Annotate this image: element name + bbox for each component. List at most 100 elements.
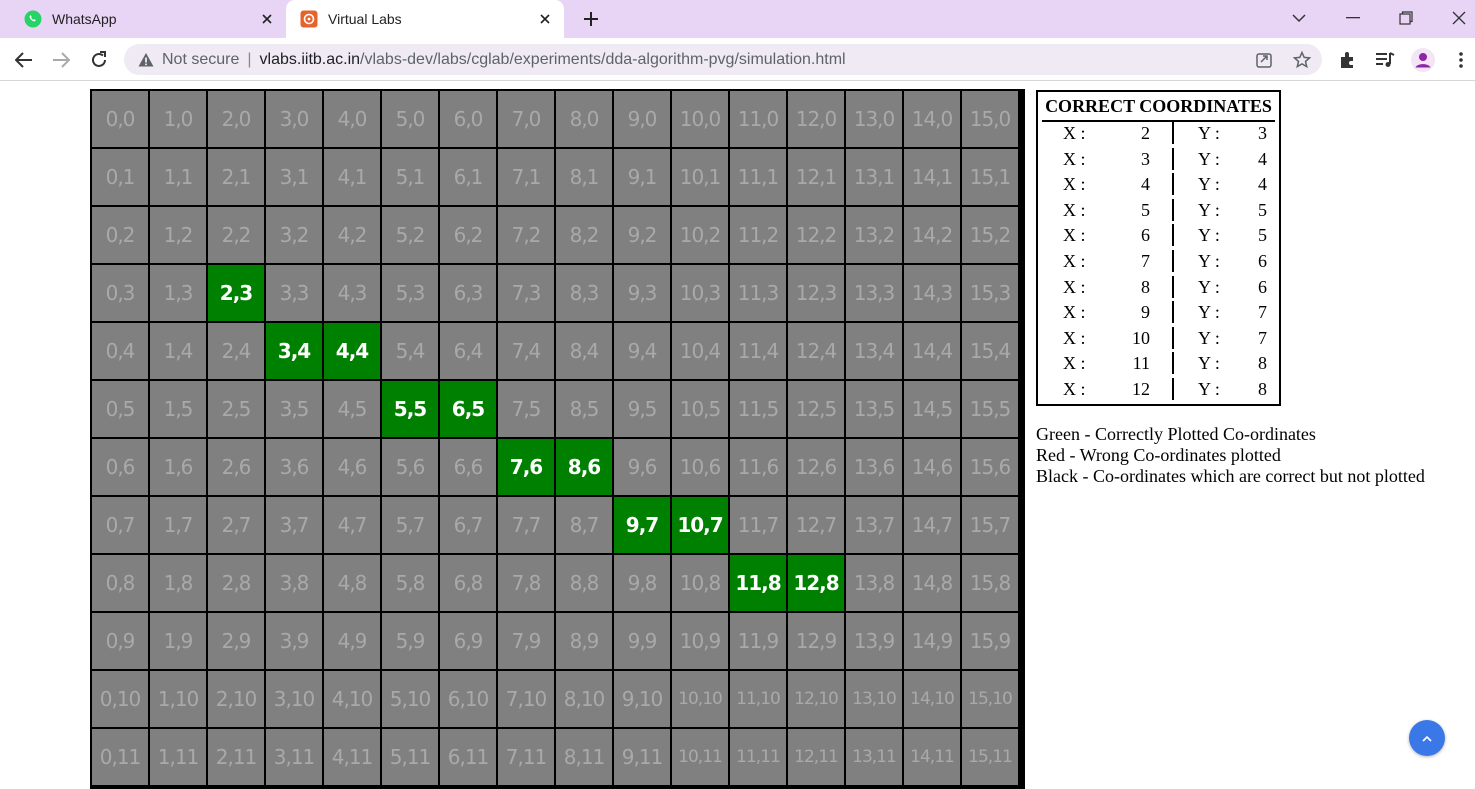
grid-cell[interactable]: 6,6 [440,439,496,495]
grid-cell[interactable]: 2,7 [208,497,264,553]
grid-cell[interactable]: 11,11 [730,729,786,785]
grid-cell[interactable]: 10,0 [672,91,728,147]
grid-cell-plotted[interactable]: 5,5 [382,381,438,437]
close-window-button[interactable] [1444,4,1474,32]
grid-cell[interactable]: 15,1 [962,149,1018,205]
grid-cell[interactable]: 2,10 [208,671,264,727]
grid-cell[interactable]: 8,8 [556,555,612,611]
grid-cell[interactable]: 0,4 [92,323,148,379]
reload-button[interactable] [85,46,113,74]
grid-cell[interactable]: 13,7 [846,497,902,553]
menu-kebab-icon[interactable] [1448,47,1474,73]
grid-cell[interactable]: 7,1 [498,149,554,205]
grid-cell[interactable]: 3,8 [266,555,322,611]
security-label[interactable]: Not secure [162,51,239,69]
grid-cell[interactable]: 10,11 [672,729,728,785]
grid-cell[interactable]: 7,5 [498,381,554,437]
grid-cell[interactable]: 5,2 [382,207,438,263]
new-tab-button[interactable] [578,6,604,32]
grid-cell-plotted[interactable]: 12,8 [788,555,844,611]
grid-cell[interactable]: 6,3 [440,265,496,321]
grid-cell-plotted[interactable]: 7,6 [498,439,554,495]
grid-cell[interactable]: 13,10 [846,671,902,727]
grid-cell[interactable]: 0,9 [92,613,148,669]
grid-cell[interactable]: 1,2 [150,207,206,263]
grid-cell[interactable]: 4,1 [324,149,380,205]
grid-cell[interactable]: 6,2 [440,207,496,263]
grid-cell-plotted[interactable]: 6,5 [440,381,496,437]
grid-cell[interactable]: 10,8 [672,555,728,611]
grid-cell[interactable]: 12,9 [788,613,844,669]
grid-cell[interactable]: 11,2 [730,207,786,263]
grid-cell[interactable]: 1,0 [150,91,206,147]
grid-cell[interactable]: 0,6 [92,439,148,495]
close-tab-icon[interactable] [534,8,556,30]
grid-cell[interactable]: 3,9 [266,613,322,669]
grid-cell[interactable]: 5,4 [382,323,438,379]
grid-cell[interactable]: 13,5 [846,381,902,437]
grid-cell[interactable]: 0,7 [92,497,148,553]
grid-cell[interactable]: 2,2 [208,207,264,263]
grid-cell[interactable]: 11,6 [730,439,786,495]
grid-cell[interactable]: 2,1 [208,149,264,205]
grid-cell[interactable]: 12,11 [788,729,844,785]
grid-cell[interactable]: 14,8 [904,555,960,611]
grid-cell[interactable]: 15,9 [962,613,1018,669]
grid-cell[interactable]: 1,10 [150,671,206,727]
tab-whatsapp[interactable]: WhatsApp [8,0,286,38]
grid-cell[interactable]: 0,2 [92,207,148,263]
tab-virtual-labs[interactable]: Virtual Labs [286,0,564,38]
grid-cell-plotted[interactable]: 4,4 [324,323,380,379]
grid-cell[interactable]: 4,0 [324,91,380,147]
grid-cell[interactable]: 12,4 [788,323,844,379]
grid-cell[interactable]: 5,3 [382,265,438,321]
grid-cell[interactable]: 12,6 [788,439,844,495]
grid-cell[interactable]: 15,11 [962,729,1018,785]
grid-cell[interactable]: 10,4 [672,323,728,379]
grid-cell[interactable]: 0,8 [92,555,148,611]
grid-cell[interactable]: 3,11 [266,729,322,785]
forward-button[interactable] [47,46,75,74]
grid-cell[interactable]: 2,9 [208,613,264,669]
grid-cell[interactable]: 13,6 [846,439,902,495]
grid-cell[interactable]: 1,1 [150,149,206,205]
grid-cell[interactable]: 8,7 [556,497,612,553]
url-path[interactable]: /vlabs-dev/labs/cglab/experiments/dda-al… [360,51,846,69]
grid-cell[interactable]: 3,0 [266,91,322,147]
grid-cell[interactable]: 1,9 [150,613,206,669]
grid-cell[interactable]: 6,9 [440,613,496,669]
grid-cell[interactable]: 13,2 [846,207,902,263]
grid-cell[interactable]: 0,5 [92,381,148,437]
grid-cell[interactable]: 7,11 [498,729,554,785]
grid-cell[interactable]: 8,10 [556,671,612,727]
grid-cell[interactable]: 2,4 [208,323,264,379]
grid-cell[interactable]: 11,9 [730,613,786,669]
grid-cell[interactable]: 2,6 [208,439,264,495]
grid-cell[interactable]: 7,8 [498,555,554,611]
grid-cell[interactable]: 7,9 [498,613,554,669]
tab-search-chevron-icon[interactable] [1284,4,1314,32]
grid-cell[interactable]: 1,6 [150,439,206,495]
grid-cell[interactable]: 10,2 [672,207,728,263]
grid-cell[interactable]: 15,10 [962,671,1018,727]
reading-list-icon[interactable] [1372,47,1398,73]
grid-cell[interactable]: 12,3 [788,265,844,321]
back-button[interactable] [10,46,38,74]
grid-cell[interactable]: 9,5 [614,381,670,437]
grid-cell[interactable]: 8,9 [556,613,612,669]
grid-cell[interactable]: 0,10 [92,671,148,727]
grid-cell[interactable]: 5,9 [382,613,438,669]
url-host[interactable]: vlabs.iitb.ac.in [260,51,361,69]
grid-cell-plotted[interactable]: 2,3 [208,265,264,321]
grid-cell[interactable]: 6,4 [440,323,496,379]
grid-cell[interactable]: 11,0 [730,91,786,147]
grid-cell[interactable]: 13,3 [846,265,902,321]
grid-cell[interactable]: 10,5 [672,381,728,437]
grid-cell[interactable]: 6,1 [440,149,496,205]
grid-cell[interactable]: 0,0 [92,91,148,147]
extensions-icon[interactable] [1335,47,1361,73]
grid-cell[interactable]: 1,5 [150,381,206,437]
grid-cell[interactable]: 3,7 [266,497,322,553]
grid-cell[interactable]: 5,10 [382,671,438,727]
grid-cell[interactable]: 4,7 [324,497,380,553]
